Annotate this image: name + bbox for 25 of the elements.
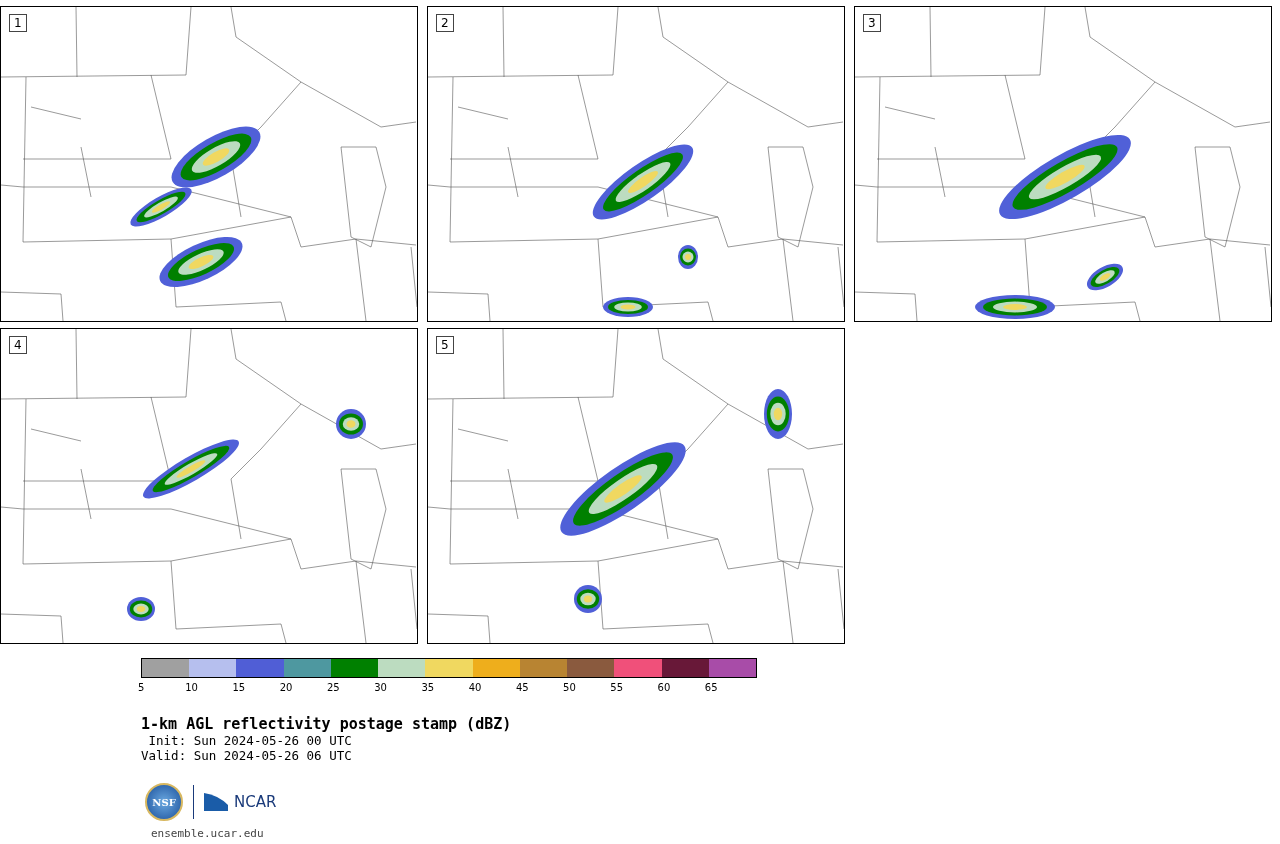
panel-number: 1 [9,14,27,32]
panel-number: 5 [436,336,454,354]
website-url: ensemble.ucar.edu [151,827,265,840]
swoosh-icon [204,793,228,811]
tick-label: 15 [232,682,246,693]
tick-label: 40 [468,682,482,693]
nsf-logo: NSF [145,783,183,821]
valid-time: Valid: Sun 2024-05-26 06 UTC [141,748,353,763]
tick-label: 65 [704,682,718,693]
tick-label: 20 [279,682,293,693]
tick-label: 25 [326,682,340,693]
tick-label: 60 [657,682,671,693]
tick-label: 55 [610,682,624,693]
tick-label: 5 [138,682,145,693]
init-time: Init: Sun 2024-05-26 00 UTC [147,733,353,748]
panel-number: 2 [436,14,454,32]
tick-label: 30 [374,682,387,693]
tick-label: 10 [185,682,198,693]
tick-label: 45 [515,682,529,693]
tick-label: 35 [421,682,435,693]
panel-number: 3 [863,14,881,32]
ncar-logo: NCAR [234,793,277,811]
panel-number: 4 [9,336,27,354]
tick-label: 50 [563,682,576,693]
chart-title: 1-km AGL reflectivity postage stamp (dBZ) [141,715,513,733]
